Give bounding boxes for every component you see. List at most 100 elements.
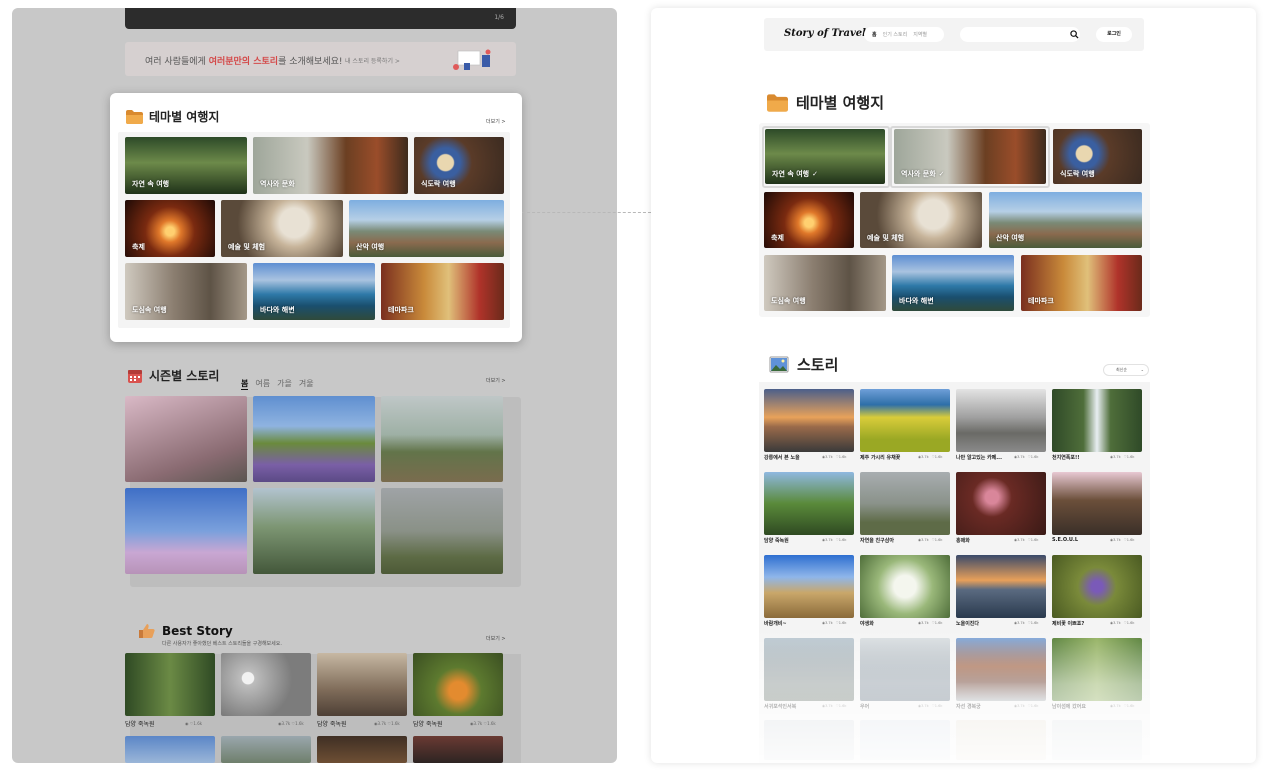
story-photo-7[interactable] — [956, 472, 1046, 535]
story-photo-12[interactable] — [1052, 555, 1142, 618]
season-tab-winter[interactable]: 겨울 — [299, 378, 314, 390]
check-icon: ✓ — [812, 170, 818, 178]
eye-icon: ◉ — [185, 721, 189, 726]
story-item-meta: ◉3.7k♡1.6k — [822, 621, 847, 625]
story-photo-2[interactable] — [860, 389, 950, 452]
season-tab-summer[interactable]: 여름 — [255, 378, 270, 390]
theme-tile-festival[interactable]: 축제 — [125, 200, 215, 257]
theme-tile-themepark-right[interactable]: 테마파크 — [1021, 255, 1142, 311]
story-photo-6[interactable] — [860, 472, 950, 535]
story-item-title[interactable]: 제주 가시리 유채꽃 — [860, 454, 900, 461]
best-photo-bamboo[interactable] — [125, 653, 215, 716]
site-logo[interactable]: Story of Travel — [784, 28, 866, 39]
story-photo-9[interactable] — [764, 555, 854, 618]
story-item-title[interactable]: 자연을 친구삼아 — [860, 537, 894, 544]
theme-tile-festival-right[interactable]: 축제 — [764, 192, 854, 248]
story-item-meta: ◉3.7k♡1.6k — [1110, 621, 1135, 625]
theme-tile-food[interactable]: 식도락 여행 — [414, 137, 504, 194]
best-more-link[interactable]: 더보기 > — [486, 635, 506, 642]
theme-tile-art-right[interactable]: 예술 및 체험 — [860, 192, 982, 248]
theme-tile-themepark[interactable]: 테마파크 — [381, 263, 504, 320]
story-item-meta: ◉3.7k♡1.6k — [1014, 621, 1039, 625]
season-photo-tower[interactable] — [125, 488, 247, 574]
story-item-title[interactable]: 바람개비~ — [764, 620, 787, 627]
nav-item-home[interactable]: 홈 — [872, 31, 877, 38]
chevron-down-icon: ⌄ — [1140, 367, 1144, 372]
story-item-title[interactable]: 나만 알고있는 카페... — [956, 454, 1002, 461]
story-item-meta: ◉3.7k♡1.6k — [1014, 455, 1039, 459]
story-promo-banner[interactable]: 여러 사람들에게 여러분만의 스토리를 소개해보세요! 내 스토리 등록하기 > — [125, 42, 516, 76]
best-photo-next-3[interactable] — [317, 736, 407, 763]
season-tab-autumn[interactable]: 가을 — [277, 378, 292, 390]
theme-tile-mountain-right[interactable]: 산악 여행 — [989, 192, 1142, 248]
story-photo-4[interactable] — [1052, 389, 1142, 452]
search-icon[interactable] — [1070, 30, 1079, 39]
story-item-title[interactable]: 강릉에서 본 노을 — [764, 454, 800, 461]
promo-illustration — [453, 49, 491, 70]
story-item-title[interactable]: 홍매화 — [956, 537, 970, 544]
nav-item-popular[interactable]: 인기 스토리 — [883, 31, 908, 38]
best-photo-oranges[interactable] — [413, 653, 503, 716]
theme-more-link[interactable]: 더보기 > — [486, 118, 506, 125]
theme-tile-sea[interactable]: 바다와 해변 — [253, 263, 375, 320]
login-button[interactable]: 로그인 — [1096, 27, 1132, 42]
season-photo-trees[interactable] — [253, 488, 375, 574]
nav-item-region[interactable]: 지역별 — [913, 31, 927, 38]
theme-section-highlight: 테마별 여행지 더보기 > 자연 속 여행 역사와 문화 식도락 여행 축제 예… — [110, 93, 522, 342]
season-tab-spring[interactable]: 봄 — [241, 378, 249, 390]
story-photo-3[interactable] — [956, 389, 1046, 452]
story-photo-11[interactable] — [956, 555, 1046, 618]
theme-tile-nature[interactable]: 자연 속 여행 — [125, 137, 247, 194]
best-story-heading: Best Story — [138, 624, 233, 638]
story-photo-10[interactable] — [860, 555, 950, 618]
theme-tile-nature-right[interactable]: 자연 속 여행 ✓ — [765, 129, 885, 184]
theme-tile-sea-right[interactable]: 바다와 해변 — [892, 255, 1014, 311]
theme-tile-city[interactable]: 도심속 여행 — [125, 263, 247, 320]
connector-line — [522, 212, 651, 213]
story-item-title[interactable]: 노을이진다 — [956, 620, 979, 627]
best-photo-next-2[interactable] — [221, 736, 311, 763]
story-photo-8[interactable] — [1052, 472, 1142, 535]
best-photo-next-1[interactable] — [125, 736, 215, 763]
story-item-title[interactable]: 야생화 — [860, 620, 874, 627]
sort-dropdown[interactable]: 최신순 ⌄ — [1103, 364, 1149, 376]
story-item-title[interactable]: 천지연폭포!! — [1052, 454, 1080, 461]
story-item-title[interactable]: 담양 죽녹원 — [764, 537, 789, 544]
season-photo-cherry-road[interactable] — [125, 396, 247, 482]
theme-tile-art[interactable]: 예술 및 체험 — [221, 200, 343, 257]
story-item-title[interactable]: 제비꽃 이쁘죠? — [1052, 620, 1084, 627]
story-item-meta: ◉3.7k♡1.6k — [1110, 455, 1135, 459]
presentation-stage: 1/6 여러 사람들에게 여러분만의 스토리를 소개해보세요! 내 스토리 등록… — [0, 0, 1268, 779]
picture-icon — [769, 356, 789, 372]
best-photo-alley[interactable] — [317, 653, 407, 716]
theme-tile-history[interactable]: 역사와 문화 — [253, 137, 408, 194]
story-section-heading: 스토리 — [768, 354, 838, 375]
story-photo-5[interactable] — [764, 472, 854, 535]
folder-icon — [126, 109, 143, 124]
season-tabs: 봄 여름 가을 겨울 — [241, 378, 314, 390]
story-item-meta: ◉3.7k♡1.6k — [1014, 538, 1039, 542]
theme-tile-mountain[interactable]: 산악 여행 — [349, 200, 504, 257]
best-photo-next-4[interactable] — [413, 736, 503, 763]
register-story-link[interactable]: 내 스토리 등록하기 > — [345, 56, 400, 65]
theme-tile-food-right[interactable]: 식도락 여행 — [1053, 129, 1142, 184]
story-item-meta: ◉3.7k♡1.6k — [918, 455, 943, 459]
season-more-link[interactable]: 더보기 > — [486, 377, 506, 384]
search-input[interactable] — [960, 27, 1080, 42]
story-photo-1[interactable] — [764, 389, 854, 452]
season-photo-lupine[interactable] — [253, 396, 375, 482]
season-section-heading: 시즌별 스토리 — [127, 367, 219, 384]
hero-page-indicator: 1/6 — [494, 14, 504, 21]
best-item-title: 담양 죽녹원 — [125, 721, 155, 728]
right-page-detail: Story of Travel 홈 인기 스토리 지역별 로그인 테마별 여행지… — [651, 8, 1256, 763]
theme-tile-history-right[interactable]: 역사와 문화 ✓ — [894, 129, 1046, 184]
season-photo-field[interactable] — [381, 396, 503, 482]
story-item-title[interactable]: S.E.O.U.L — [1052, 537, 1078, 543]
folder-icon — [767, 93, 788, 112]
theme-tile-city-right[interactable]: 도심속 여행 — [764, 255, 886, 311]
best-photo-lanterns[interactable] — [221, 653, 311, 716]
season-photo-bicycle[interactable] — [381, 488, 503, 574]
best-item-meta: ◉ ♡1.6k — [185, 721, 203, 726]
best-story-subtitle: 다른 사용자가 좋아했던 베스트 스토리들을 구경해보세요. — [162, 641, 282, 647]
promo-highlight: 여러분만의 스토리 — [208, 57, 279, 67]
